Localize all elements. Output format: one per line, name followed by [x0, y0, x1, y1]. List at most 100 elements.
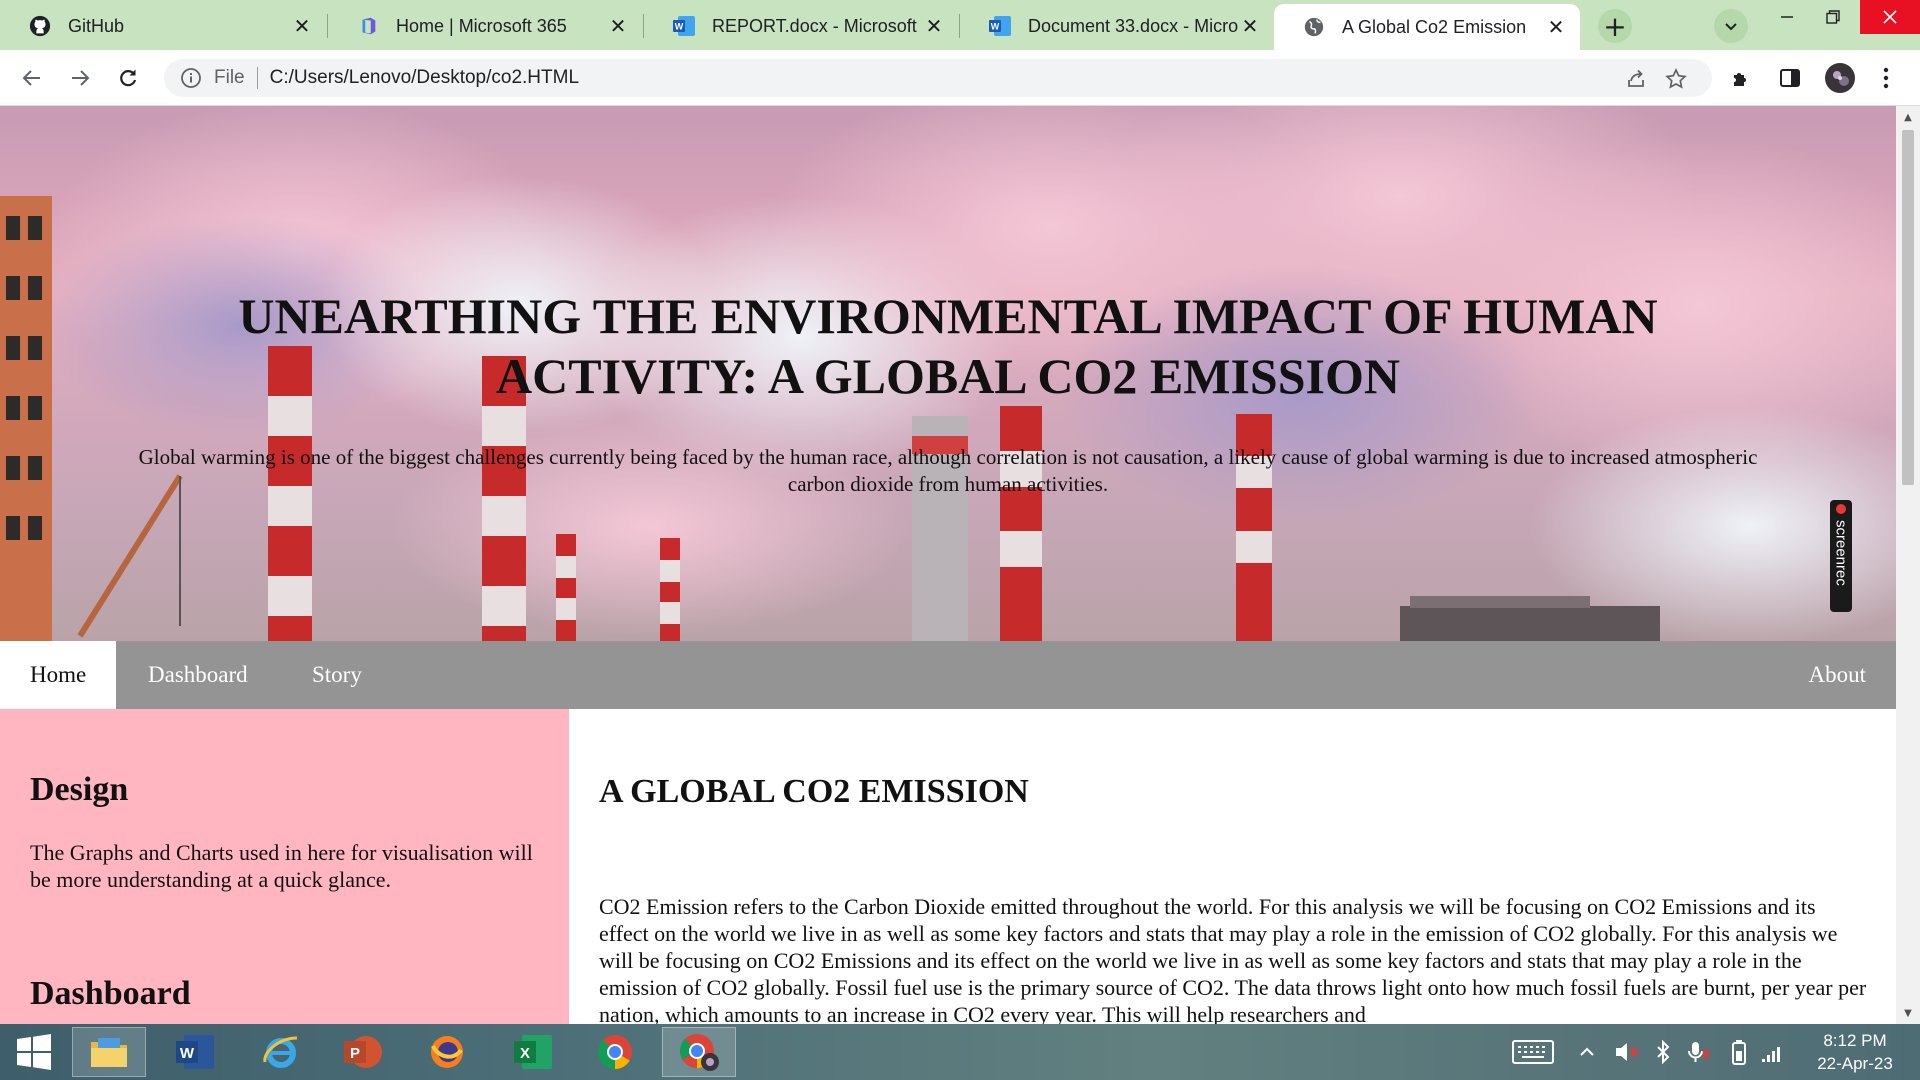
svg-text:P: P	[350, 1045, 360, 1062]
reload-button[interactable]	[112, 62, 144, 94]
svg-text:X: X	[520, 1045, 530, 1062]
info-icon[interactable]	[180, 67, 202, 89]
close-icon[interactable]: ✕	[1238, 14, 1262, 38]
taskbar-clock[interactable]: 8:12 PM 22-Apr-23	[1800, 1029, 1910, 1075]
word-icon: W	[176, 1035, 214, 1069]
nav-story[interactable]: Story	[282, 641, 392, 709]
scroll-up-arrow-icon[interactable]: ▲	[1896, 108, 1920, 126]
windows-taskbar: W P X 8:12 PM 22-Apr-23	[0, 1024, 1920, 1080]
browser-toolbar: File C:/Users/Lenovo/Desktop/co2.HTML	[0, 50, 1920, 106]
excel-icon: X	[514, 1035, 552, 1069]
svg-text:W: W	[180, 1045, 195, 1062]
new-tab-button[interactable]: +	[1598, 9, 1632, 43]
restore-icon	[1826, 10, 1840, 24]
touch-keyboard-icon[interactable]	[1510, 1036, 1556, 1068]
windows-start-icon	[17, 1034, 51, 1070]
taskbar-chrome[interactable]	[578, 1027, 652, 1077]
side-panel-icon[interactable]	[1776, 64, 1804, 92]
bluetooth-icon[interactable]	[1650, 1036, 1676, 1068]
taskbar-file-explorer[interactable]	[72, 1027, 146, 1077]
address-bar[interactable]: File C:/Users/Lenovo/Desktop/co2.HTML	[164, 59, 1712, 97]
menu-kebab-icon[interactable]	[1872, 64, 1900, 92]
word-icon: W	[988, 14, 1012, 38]
tab-search-button[interactable]	[1714, 9, 1748, 43]
scroll-down-arrow-icon[interactable]: ▼	[1896, 1004, 1920, 1022]
back-button[interactable]	[16, 62, 48, 94]
clock-date: 22-Apr-23	[1817, 1054, 1893, 1073]
taskbar-word[interactable]: W	[158, 1027, 232, 1077]
site-nav: Home Dashboard Story About	[0, 641, 1896, 709]
svg-text:W: W	[675, 22, 684, 32]
chrome-icon	[598, 1035, 632, 1069]
sidebar: Design The Graphs and Charts used in her…	[0, 709, 569, 1024]
screenrec-label: screenrec	[1832, 520, 1850, 586]
microphone-muted-icon[interactable]	[1684, 1036, 1714, 1068]
close-icon[interactable]: ✕	[606, 14, 630, 38]
tab-title: Home | Microsoft 365	[396, 15, 567, 36]
tab-title: GitHub	[68, 15, 125, 36]
close-icon[interactable]: ✕	[290, 14, 314, 38]
taskbar-excel[interactable]: X	[496, 1027, 570, 1077]
hero-banner: UNEARTHING THE ENVIRONMENTAL IMPACT OF H…	[0, 106, 1896, 641]
nav-home[interactable]: Home	[0, 641, 117, 709]
reload-icon	[120, 69, 137, 87]
restore-button[interactable]	[1810, 0, 1856, 34]
word-icon: W	[672, 14, 696, 38]
sidebar-text-design: The Graphs and Charts used in here for v…	[30, 840, 533, 892]
github-icon	[28, 14, 52, 38]
globe-icon	[1302, 15, 1326, 39]
tab-title: REPORT.docx - Microsoft W	[712, 15, 922, 36]
address-scheme-label: File	[214, 67, 245, 88]
plus-icon: +	[1603, 9, 1627, 43]
share-icon[interactable]	[1624, 67, 1648, 91]
tab-document33-docx[interactable]: W Document 33.docx - Micros ✕	[960, 4, 1274, 48]
avatar[interactable]	[1824, 62, 1856, 94]
hero-title: UNEARTHING THE ENVIRONMENTAL IMPACT OF H…	[238, 288, 1658, 404]
scroll-thumb[interactable]	[1902, 130, 1914, 485]
file-explorer-icon	[91, 1038, 127, 1067]
battery-icon[interactable]	[1726, 1036, 1752, 1068]
tab-global-co2-emission[interactable]: A Global Co2 Emission ✕	[1274, 4, 1580, 50]
main-paragraph: CO2 Emission refers to the Carbon Dioxid…	[599, 894, 1867, 1024]
sidebar-heading-design: Design	[30, 771, 129, 808]
tab-title: Document 33.docx - Micros	[1028, 15, 1238, 36]
microsoft365-icon	[356, 14, 380, 38]
bookmark-star-icon[interactable]	[1664, 67, 1688, 91]
address-divider	[256, 67, 258, 89]
close-icon[interactable]: ✕	[1544, 15, 1568, 39]
page-scrollbar[interactable]: ▲ ▼	[1896, 106, 1920, 1024]
chrome-profile-icon	[680, 1034, 719, 1071]
arrow-left-icon	[22, 70, 40, 86]
tab-github[interactable]: GitHub ✕	[0, 4, 326, 48]
window-close-button[interactable]	[1860, 0, 1920, 34]
taskbar-chrome-profile[interactable]	[662, 1027, 736, 1077]
web-page: UNEARTHING THE ENVIRONMENTAL IMPACT OF H…	[0, 106, 1896, 1024]
tab-microsoft365[interactable]: Home | Microsoft 365 ✕	[328, 4, 642, 48]
arrow-right-icon	[72, 70, 90, 86]
close-icon[interactable]: ✕	[922, 14, 946, 38]
main-content: A GLOBAL CO2 EMISSION CO2 Emission refer…	[569, 709, 1896, 1024]
chevron-down-icon	[1725, 23, 1737, 31]
volume-muted-icon[interactable]	[1612, 1036, 1642, 1068]
taskbar-firefox[interactable]	[410, 1027, 484, 1077]
clock-time: 8:12 PM	[1823, 1031, 1887, 1050]
tab-report-docx[interactable]: W REPORT.docx - Microsoft W ✕	[644, 4, 958, 48]
firefox-icon	[431, 1036, 463, 1068]
nav-dashboard[interactable]: Dashboard	[118, 641, 278, 709]
screenrec-widget[interactable]: screenrec	[1830, 500, 1852, 612]
show-hidden-icons-icon[interactable]	[1574, 1036, 1600, 1068]
nav-about[interactable]: About	[1779, 641, 1897, 709]
taskbar-internet-explorer[interactable]	[244, 1027, 318, 1077]
record-dot-icon	[1836, 504, 1846, 514]
minimize-button[interactable]	[1764, 0, 1810, 34]
forward-button[interactable]	[64, 62, 96, 94]
tab-strip: GitHub ✕ Home | Microsoft 365 ✕ W REPORT…	[0, 0, 1920, 50]
address-url[interactable]: C:/Users/Lenovo/Desktop/co2.HTML	[270, 67, 579, 89]
tab-title: A Global Co2 Emission	[1342, 16, 1527, 37]
start-button[interactable]	[0, 1027, 68, 1077]
network-signal-icon[interactable]	[1758, 1036, 1788, 1068]
extensions-icon[interactable]	[1728, 64, 1756, 92]
taskbar-powerpoint[interactable]: P	[326, 1027, 400, 1077]
hero-description: Global warming is one of the biggest cha…	[138, 445, 1758, 496]
powerpoint-icon: P	[344, 1036, 382, 1068]
